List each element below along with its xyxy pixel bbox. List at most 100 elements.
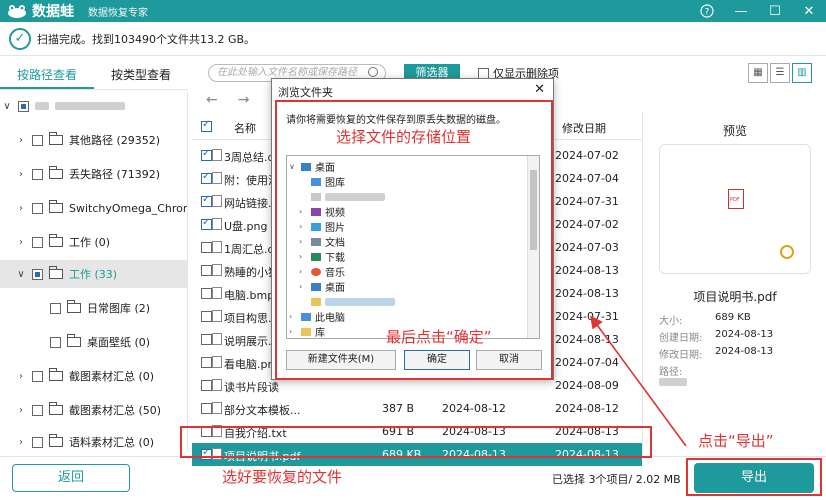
zoom-icon[interactable] bbox=[780, 245, 794, 259]
close-icon[interactable]: ✕ bbox=[792, 0, 826, 22]
back-arrow-icon[interactable]: ← bbox=[206, 92, 218, 108]
tree-item[interactable]: › 语料素材汇总 (0) bbox=[14, 428, 154, 452]
cancel-button[interactable]: 取消 bbox=[476, 350, 542, 370]
checkbox[interactable] bbox=[50, 302, 61, 314]
checkbox[interactable] bbox=[478, 67, 489, 79]
scrollbar[interactable] bbox=[527, 156, 539, 338]
chevron-right-icon[interactable]: › bbox=[14, 371, 28, 382]
checkbox[interactable] bbox=[32, 202, 43, 214]
folder-node[interactable]: › 文档 bbox=[299, 234, 345, 249]
grid-view-icon[interactable]: ▦ bbox=[748, 63, 768, 83]
file-icon bbox=[212, 241, 222, 253]
chevron-right-icon[interactable]: › bbox=[289, 312, 297, 321]
search-icon[interactable] bbox=[368, 67, 378, 77]
checkbox[interactable] bbox=[32, 436, 43, 448]
chevron-right-icon[interactable]: › bbox=[289, 327, 297, 336]
minimize-icon[interactable]: — bbox=[724, 0, 758, 22]
column-header-name[interactable]: 名称 bbox=[234, 120, 256, 136]
forward-arrow-icon[interactable]: → bbox=[238, 92, 250, 108]
folder-node[interactable]: › 下载 bbox=[299, 249, 345, 264]
folder-icon bbox=[49, 166, 63, 179]
folder-picker-tree: ∨ 桌面 图库 › 视频 › 图片 › 文档 › 下载 › 音乐 › 桌面 › 此电脑 › 库 bbox=[286, 155, 540, 339]
folder-node[interactable]: › 图片 bbox=[299, 219, 345, 234]
checkbox[interactable] bbox=[50, 336, 61, 348]
close-icon[interactable]: ✕ bbox=[534, 82, 545, 97]
column-header-modified[interactable]: 修改日期 bbox=[562, 120, 606, 136]
chevron-right-icon[interactable]: › bbox=[14, 169, 28, 180]
folder-node[interactable]: › 库 bbox=[289, 324, 325, 338]
checkbox[interactable] bbox=[201, 426, 212, 437]
scrollbar-thumb[interactable] bbox=[530, 170, 537, 250]
table-row[interactable]: 部分文本模板... 387 B 2024-08-12 2024-08-12 bbox=[192, 397, 642, 420]
checkbox[interactable] bbox=[201, 171, 212, 184]
back-button[interactable]: 返回 bbox=[12, 464, 130, 492]
checkbox[interactable] bbox=[201, 403, 212, 414]
checkbox[interactable] bbox=[32, 268, 43, 280]
checkbox[interactable] bbox=[201, 265, 212, 276]
tree-item[interactable]: › 其他路径 (29352) bbox=[14, 126, 160, 154]
select-all-checkbox[interactable] bbox=[201, 119, 212, 132]
folder-icon bbox=[49, 368, 63, 381]
detail-view-icon[interactable]: ▥ bbox=[792, 63, 812, 83]
folder-node[interactable] bbox=[299, 189, 385, 204]
export-button[interactable]: 导出 bbox=[694, 463, 814, 493]
chevron-right-icon[interactable]: › bbox=[299, 282, 307, 291]
chevron-down-icon[interactable]: ∨ bbox=[289, 162, 297, 171]
folder-node[interactable]: › 视频 bbox=[299, 204, 345, 219]
folder-node[interactable]: › 此电脑 bbox=[289, 309, 345, 324]
tree-item[interactable]: › 截图素材汇总 (50) bbox=[14, 396, 161, 424]
maximize-icon[interactable]: ☐ bbox=[758, 0, 792, 22]
checkbox[interactable] bbox=[32, 404, 43, 416]
folder-node[interactable]: ∨ 桌面 bbox=[289, 159, 335, 174]
chevron-down-icon[interactable]: ∨ bbox=[14, 269, 28, 280]
folder-node[interactable] bbox=[299, 294, 395, 309]
cell-modified: 2024-07-02 bbox=[555, 149, 619, 162]
chevron-right-icon[interactable]: › bbox=[299, 237, 307, 246]
checkbox[interactable] bbox=[201, 380, 212, 391]
checkbox[interactable] bbox=[201, 288, 212, 299]
tree-item[interactable]: 日常图库 (2) bbox=[46, 294, 150, 322]
checkbox[interactable] bbox=[201, 148, 212, 161]
chevron-right-icon[interactable]: › bbox=[14, 437, 28, 448]
checkbox[interactable] bbox=[201, 194, 212, 207]
tree-item-selected[interactable]: ∨ 工作 (33) bbox=[0, 260, 187, 288]
folder-node[interactable]: › 桌面 bbox=[299, 279, 345, 294]
chevron-down-icon[interactable]: ∨ bbox=[0, 101, 14, 112]
help-icon[interactable]: ? bbox=[690, 0, 724, 22]
checkbox[interactable] bbox=[201, 242, 212, 253]
tree-item[interactable]: › 截图素材汇总 (0) bbox=[14, 362, 154, 390]
chevron-right-icon[interactable]: › bbox=[14, 203, 28, 214]
tree-item[interactable]: › 工作 (0) bbox=[14, 228, 110, 256]
chevron-right-icon[interactable]: › bbox=[299, 222, 307, 231]
checkbox[interactable] bbox=[32, 134, 43, 146]
chevron-right-icon[interactable]: › bbox=[299, 267, 307, 276]
folder-node[interactable]: › 音乐 bbox=[299, 264, 345, 279]
tree-item[interactable]: › 丢失路径 (71392) bbox=[14, 160, 160, 188]
chevron-right-icon[interactable]: › bbox=[14, 237, 28, 248]
checkbox[interactable] bbox=[201, 311, 212, 322]
chevron-right-icon[interactable]: › bbox=[14, 135, 28, 146]
checkbox[interactable] bbox=[32, 236, 43, 248]
checkbox[interactable] bbox=[201, 334, 212, 345]
chevron-right-icon[interactable]: › bbox=[14, 405, 28, 416]
tree-root[interactable]: ∨ bbox=[0, 92, 125, 120]
checkbox[interactable] bbox=[201, 357, 212, 368]
table-row[interactable]: 自我介绍.txt 691 B 2024-08-13 2024-08-13 bbox=[192, 420, 642, 443]
checkbox[interactable] bbox=[201, 217, 212, 230]
folder-node[interactable]: 图库 bbox=[299, 174, 345, 189]
tab-by-path[interactable]: 按路径查看 bbox=[0, 60, 94, 89]
chevron-right-icon[interactable]: › bbox=[299, 252, 307, 261]
tree-item[interactable]: 桌面壁纸 (0) bbox=[46, 328, 150, 356]
cell-modified: 2024-08-12 bbox=[555, 402, 619, 415]
chevron-right-icon[interactable]: › bbox=[299, 207, 307, 216]
folder-node-label: 桌面 bbox=[325, 283, 345, 294]
checkbox[interactable] bbox=[32, 168, 43, 180]
checkbox[interactable] bbox=[32, 370, 43, 382]
list-view-icon[interactable]: ☰ bbox=[770, 63, 790, 83]
tab-by-type[interactable]: 按类型查看 bbox=[94, 60, 188, 89]
ok-button[interactable]: 确定 bbox=[404, 350, 470, 370]
tree-item-label: 其他路径 (29352) bbox=[69, 134, 161, 147]
tree-item[interactable]: › SwitchyOmega_Chromium bbox=[14, 194, 187, 222]
checkbox[interactable] bbox=[18, 100, 29, 112]
new-folder-button[interactable]: 新建文件夹(M) bbox=[286, 350, 396, 370]
